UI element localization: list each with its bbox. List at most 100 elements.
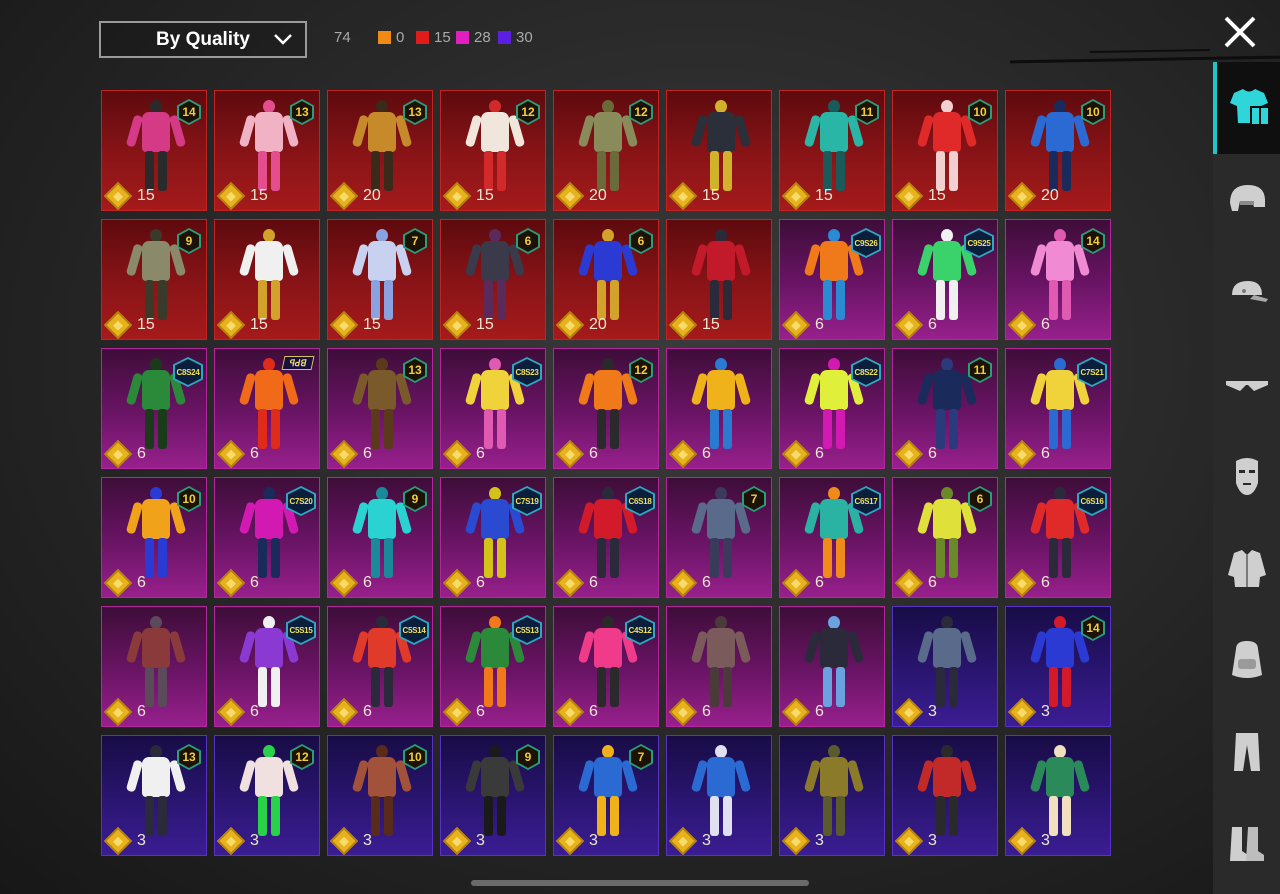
category-cap[interactable] xyxy=(1213,246,1280,338)
price-value: 15 xyxy=(476,316,494,333)
item-card[interactable]: 13 6 xyxy=(327,348,433,469)
item-card[interactable]: 10 6 xyxy=(101,477,207,598)
item-card[interactable]: C4S12 6 xyxy=(553,606,659,727)
coin-icon xyxy=(668,697,698,726)
item-card[interactable]: 15 xyxy=(214,219,320,340)
item-card[interactable]: 6 20 xyxy=(553,219,659,340)
item-card[interactable]: 11 6 xyxy=(892,348,998,469)
coin-icon xyxy=(668,826,698,855)
item-price: 3 xyxy=(1007,826,1050,855)
item-card[interactable]: 15 xyxy=(666,219,772,340)
coin-icon xyxy=(894,181,924,210)
outfit-figure xyxy=(1029,745,1091,841)
chevron-down-icon xyxy=(274,34,292,45)
item-card[interactable]: C9S25 6 xyxy=(892,219,998,340)
jacket-icon xyxy=(1227,550,1266,587)
price-value: 6 xyxy=(815,574,824,591)
item-card[interactable]: C5S15 6 xyxy=(214,606,320,727)
item-price: 15 xyxy=(329,310,381,339)
category-shoes[interactable] xyxy=(1213,798,1280,890)
category-mask[interactable] xyxy=(1213,430,1280,522)
item-card[interactable]: 6 xyxy=(666,606,772,727)
item-card[interactable]: 3 xyxy=(779,735,885,856)
item-card[interactable]: 10 15 xyxy=(892,90,998,211)
item-card[interactable]: ꟼꓒꓭ 6 xyxy=(214,348,320,469)
price-value: 6 xyxy=(1041,574,1050,591)
price-value: 6 xyxy=(702,703,711,720)
item-card[interactable]: C5S13 6 xyxy=(440,606,546,727)
item-price: 6 xyxy=(781,439,824,468)
item-card[interactable]: 7 15 xyxy=(327,219,433,340)
outfit-figure xyxy=(464,100,526,196)
coin-icon xyxy=(216,568,246,597)
scroll-indicator[interactable] xyxy=(471,880,809,886)
item-card[interactable]: 12 20 xyxy=(553,90,659,211)
level-badge: 7 xyxy=(629,744,653,770)
price-value: 6 xyxy=(815,703,824,720)
sort-dropdown[interactable]: By Quality xyxy=(99,21,307,58)
category-outfit[interactable] xyxy=(1213,62,1280,154)
item-card[interactable]: 15 xyxy=(666,90,772,211)
outfit-figure xyxy=(238,487,300,583)
coin-icon xyxy=(668,439,698,468)
item-card[interactable]: C8S23 6 xyxy=(440,348,546,469)
level-badge: 9 xyxy=(177,228,201,254)
item-card[interactable]: C7S19 6 xyxy=(440,477,546,598)
item-card[interactable]: 3 xyxy=(892,606,998,727)
item-card[interactable]: 10 3 xyxy=(327,735,433,856)
item-card[interactable]: 3 xyxy=(892,735,998,856)
item-card[interactable]: 14 15 xyxy=(101,90,207,211)
item-card[interactable]: 13 3 xyxy=(101,735,207,856)
item-card[interactable]: C8S22 6 xyxy=(779,348,885,469)
price-value: 6 xyxy=(589,445,598,462)
outfit-figure xyxy=(577,487,639,583)
item-card[interactable]: 7 3 xyxy=(553,735,659,856)
outfit-figure xyxy=(803,616,865,712)
item-card[interactable]: 14 3 xyxy=(1005,606,1111,727)
item-card[interactable]: 6 6 xyxy=(892,477,998,598)
item-card[interactable]: C6S17 6 xyxy=(779,477,885,598)
item-card[interactable]: C7S20 6 xyxy=(214,477,320,598)
item-card[interactable]: 6 xyxy=(779,606,885,727)
item-card[interactable]: 9 15 xyxy=(101,219,207,340)
item-card[interactable]: 3 xyxy=(1005,735,1111,856)
item-card[interactable]: 13 20 xyxy=(327,90,433,211)
item-card[interactable]: C6S16 6 xyxy=(1005,477,1111,598)
outfit-figure xyxy=(916,487,978,583)
item-card[interactable]: 6 xyxy=(666,348,772,469)
item-price: 3 xyxy=(555,826,598,855)
item-card[interactable]: 11 15 xyxy=(779,90,885,211)
close-icon[interactable] xyxy=(1220,12,1260,52)
item-card[interactable]: 9 6 xyxy=(327,477,433,598)
item-card[interactable]: 13 15 xyxy=(214,90,320,211)
item-card[interactable]: 12 15 xyxy=(440,90,546,211)
category-jacket[interactable] xyxy=(1213,522,1280,614)
item-card[interactable]: C5S14 6 xyxy=(327,606,433,727)
coin-icon xyxy=(329,439,359,468)
category-pants[interactable] xyxy=(1213,706,1280,798)
item-card[interactable]: C8S24 6 xyxy=(101,348,207,469)
item-card[interactable]: 14 6 xyxy=(1005,219,1111,340)
coin-icon xyxy=(216,310,246,339)
item-card[interactable]: 7 6 xyxy=(666,477,772,598)
price-value: 6 xyxy=(589,703,598,720)
item-card[interactable]: 10 20 xyxy=(1005,90,1111,211)
category-helmet[interactable] xyxy=(1213,154,1280,246)
item-card[interactable]: 6 xyxy=(101,606,207,727)
item-card[interactable]: 3 xyxy=(666,735,772,856)
outfit-figure xyxy=(690,487,752,583)
outfit-figure xyxy=(1029,487,1091,583)
item-card[interactable]: C7S21 6 xyxy=(1005,348,1111,469)
item-card[interactable]: 12 3 xyxy=(214,735,320,856)
category-glasses[interactable] xyxy=(1213,338,1280,430)
price-value: 20 xyxy=(589,316,607,333)
category-backpack[interactable] xyxy=(1213,614,1280,706)
item-card[interactable]: C9S26 6 xyxy=(779,219,885,340)
price-value: 3 xyxy=(1041,703,1050,720)
price-value: 6 xyxy=(589,574,598,591)
outfit-figure xyxy=(125,487,187,583)
item-card[interactable]: 6 15 xyxy=(440,219,546,340)
item-card[interactable]: C6S18 6 xyxy=(553,477,659,598)
item-card[interactable]: 12 6 xyxy=(553,348,659,469)
item-card[interactable]: 9 3 xyxy=(440,735,546,856)
